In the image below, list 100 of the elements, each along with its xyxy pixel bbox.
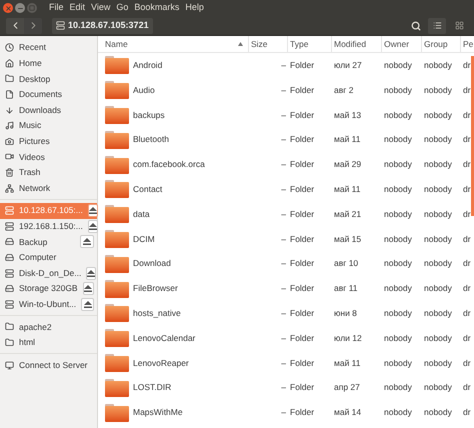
menu-item[interactable]: View (89, 1, 112, 15)
sidebar-item[interactable]: Storage 320GB (0, 280, 97, 296)
table-cell: – (281, 183, 286, 196)
menu-item[interactable]: Edit (68, 1, 88, 15)
sidebar-item[interactable]: Home (0, 56, 97, 72)
table-cell: Folder (290, 356, 314, 370)
sidebar-item[interactable]: Recent (0, 40, 97, 56)
sidebar-item[interactable]: Pictures (0, 134, 97, 150)
eject-button[interactable] (88, 220, 98, 233)
sidebar-item[interactable]: Documents (0, 86, 97, 102)
table-cell: nobody (384, 381, 412, 394)
table-cell: dr (463, 257, 471, 270)
sidebar-item[interactable]: Trash (0, 164, 97, 180)
file-row[interactable]: Contact – Folder май 11 nobody nobody dr (98, 176, 474, 202)
sidebar-label: Disk-D_on_De... (19, 266, 82, 280)
minimize-button[interactable] (15, 3, 25, 13)
file-row[interactable]: data – Folder май 21 nobody nobody dr (98, 202, 474, 227)
table-cell: nobody (424, 133, 452, 146)
column-header[interactable]: Name (103, 36, 249, 52)
file-row[interactable]: LenovoCalendar – Folder юли 12 nobody nobody dr (98, 326, 474, 351)
file-row[interactable]: Bluetooth – Folder май 11 nobody nobody dr (98, 127, 474, 152)
file-row[interactable]: FileBrowser – Folder авг 11 nobody nobody dr (98, 276, 474, 301)
table-cell: – (281, 406, 286, 419)
file-row[interactable]: Audio – Folder авг 2 nobody nobody dr (98, 78, 474, 103)
column-header[interactable]: Modified (332, 36, 382, 52)
table-cell: LenovoCalendar (133, 332, 196, 345)
eject-button[interactable] (88, 204, 98, 218)
scrollbar[interactable] (471, 56, 474, 216)
table-cell: dr (463, 158, 471, 171)
sidebar-label: Trash (19, 166, 42, 179)
forward-button[interactable] (24, 18, 42, 34)
close-button[interactable] (3, 3, 13, 13)
grid-icon (454, 21, 464, 30)
back-button[interactable] (6, 18, 24, 34)
column-header[interactable]: Size (249, 36, 288, 52)
sidebar-label: apache2 (19, 320, 53, 334)
sidebar-item[interactable]: Network (0, 180, 97, 196)
sidebar-label: Pictures (19, 134, 51, 148)
folder-icon (5, 338, 14, 347)
menu-item[interactable]: Help (183, 1, 206, 15)
eject-button[interactable] (82, 282, 94, 296)
table-cell: dr (463, 232, 471, 246)
sidebar-item[interactable]: 192.168.1.150:... (0, 218, 97, 234)
eject-button[interactable] (80, 235, 94, 248)
table-cell: dr (463, 133, 471, 146)
sidebar-item[interactable]: Backup (0, 234, 97, 250)
sidebar-item[interactable]: Connect to Server (0, 357, 97, 373)
column-header[interactable]: Owner (382, 36, 422, 52)
sidebar-item[interactable]: Music (0, 118, 97, 134)
table-cell: nobody (384, 282, 412, 295)
table-cell: nobody (384, 158, 412, 171)
sidebar-item[interactable]: Desktop (0, 71, 97, 87)
table-cell: nobody (424, 306, 452, 320)
column-header[interactable]: Pe (461, 36, 474, 52)
folder-icon (105, 56, 129, 74)
location-button[interactable]: 10.128.67.105:3721 (52, 18, 153, 34)
file-row[interactable]: LOST.DIR – Folder апр 27 nobody nobody dr (98, 375, 474, 400)
list-view-button[interactable] (428, 18, 446, 34)
file-row[interactable]: MapsWithMe – Folder май 14 nobody nobody dr (98, 400, 474, 425)
menu-item[interactable]: Bookmarks (132, 1, 182, 15)
eject-button[interactable] (81, 298, 94, 311)
file-row[interactable]: LenovoReaper – Folder май 11 nobody nobody dr (98, 350, 474, 376)
table-cell: dr (463, 306, 471, 320)
sidebar-label: 192.168.1.150:... (19, 220, 83, 233)
sidebar-item[interactable]: html (0, 334, 97, 350)
table-cell: nobody (384, 406, 412, 419)
menu-item[interactable]: Go (114, 1, 130, 15)
table-cell: nobody (424, 84, 452, 97)
eject-icon (87, 270, 96, 277)
menu-item[interactable]: File (47, 1, 66, 15)
file-row[interactable]: com.facebook.orca – Folder май 29 nobody nobody dr (98, 152, 474, 177)
drive-icon (5, 284, 14, 294)
column-header[interactable]: Group (422, 36, 461, 52)
folder-icon (105, 254, 129, 273)
eject-icon (83, 238, 91, 246)
sidebar-item[interactable]: Win-to-Ubunt... (0, 296, 97, 312)
table-cell: май 29 (334, 158, 362, 171)
table-cell: – (281, 306, 286, 320)
table-cell: dr (463, 282, 471, 295)
sidebar-item[interactable]: Videos (0, 149, 97, 165)
sidebar-item[interactable]: Downloads (0, 102, 97, 118)
table-cell: авг 2 (334, 84, 354, 97)
folder-icon (105, 180, 129, 198)
file-row[interactable]: Download – Folder авг 10 nobody nobody dr (98, 251, 474, 276)
file-row[interactable]: hosts_native – Folder юни 8 nobody nobody dr (98, 300, 474, 326)
table-cell: Folder (290, 108, 314, 122)
sidebar-item[interactable]: apache2 (0, 319, 97, 335)
network-icon (5, 184, 14, 193)
table-cell: Folder (290, 282, 314, 295)
table-cell: nobody (384, 332, 412, 345)
folder-icon (105, 230, 129, 248)
table-cell: авг 10 (334, 257, 358, 270)
sidebar-item[interactable]: Disk-D_on_De... (0, 265, 97, 281)
file-row[interactable]: Android – Folder юли 27 nobody nobody dr (98, 53, 474, 78)
eject-button[interactable] (86, 266, 96, 280)
column-header[interactable]: Type (288, 36, 332, 52)
file-row[interactable]: DCIM – Folder май 15 nobody nobody dr (98, 226, 474, 252)
file-row[interactable]: backups – Folder май 13 nobody nobody dr (98, 102, 474, 128)
table-cell: dr (463, 108, 471, 122)
sidebar-item[interactable]: Computer (0, 250, 97, 266)
